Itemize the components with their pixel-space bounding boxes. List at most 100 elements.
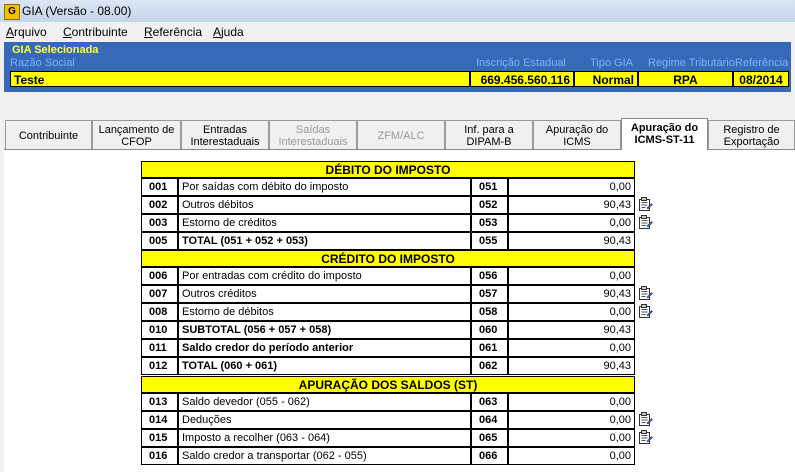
row-code: 001	[141, 178, 178, 196]
table-row: 001 Por saídas com débito do imposto 051 0,…	[141, 178, 635, 196]
row-value-field[interactable]: 0,00	[508, 267, 635, 285]
row-value-field[interactable]: 0,00	[508, 393, 635, 411]
row-description: TOTAL (051 + 052 + 053)	[178, 232, 471, 250]
row-value-field[interactable]: 0,00	[508, 303, 635, 321]
row-description: Saldo devedor (055 - 062)	[178, 393, 471, 411]
row-code: 012	[141, 357, 178, 375]
section-debito-header: DÉBITO DO IMPOSTO	[141, 161, 635, 178]
row-reference-code: 056	[471, 267, 508, 285]
section-credito-header: CRÉDITO DO IMPOSTO	[141, 250, 635, 267]
row-reference-code: 051	[471, 178, 508, 196]
row-reference-code: 057	[471, 285, 508, 303]
regime-tributario-field: RPA	[638, 71, 733, 87]
row-value-field[interactable]: 0,00	[508, 447, 635, 465]
edit-document-icon[interactable]	[638, 197, 653, 212]
row-value-field[interactable]: 0,00	[508, 429, 635, 447]
gia-selected-heading: GIA Selecionada	[12, 44, 99, 56]
razao-social-field: Teste	[10, 71, 470, 87]
row-reference-code: 058	[471, 303, 508, 321]
row-reference-code: 066	[471, 447, 508, 465]
row-value-field[interactable]: 90,43	[508, 232, 635, 250]
table-row: 016 Saldo credor a transportar (062 - 055…	[141, 447, 635, 465]
row-description: Outros débitos	[178, 196, 471, 214]
tab-saidas-interestaduais: Saídas Interestaduais	[269, 120, 357, 149]
edit-document-icon[interactable]	[638, 286, 653, 301]
row-value-field[interactable]: 0,00	[508, 178, 635, 196]
edit-document-icon[interactable]	[638, 430, 653, 445]
row-reference-code: 060	[471, 321, 508, 339]
row-reference-code: 055	[471, 232, 508, 250]
inscricao-estadual-field: 669.456.560.116	[470, 71, 574, 87]
edit-document-icon[interactable]	[638, 412, 653, 427]
tab-zfm-alc: ZFM/ALC	[357, 120, 445, 149]
tab-lancamento-cfop[interactable]: Lançamento de CFOP	[92, 120, 181, 149]
tipo-gia-label: Tipo GIA	[590, 57, 633, 69]
tab-registro-exportacao[interactable]: Registro de Exportação	[708, 120, 795, 149]
row-value-field[interactable]: 90,43	[508, 196, 635, 214]
row-description: Estorno de débitos	[178, 303, 471, 321]
table-row: 013 Saldo devedor (055 - 062) 063 0,00	[141, 393, 635, 411]
row-description: SUBTOTAL (056 + 057 + 058)	[178, 321, 471, 339]
row-value-field[interactable]: 0,00	[508, 411, 635, 429]
gia-app-icon[interactable]: G	[4, 4, 20, 20]
row-code: 006	[141, 267, 178, 285]
row-description: Imposto a recolher (063 - 064)	[178, 429, 471, 447]
table-row: 015 Imposto a recolher (063 - 064) 065 0,00	[141, 429, 635, 447]
menu-contribuinte[interactable]: Contribuinte	[63, 25, 128, 39]
tab-apuracao-icms-st-11[interactable]: Apuração do ICMS-ST-11	[621, 118, 708, 150]
table-row: 014 Deduções 064 0,00	[141, 411, 635, 429]
row-code: 002	[141, 196, 178, 214]
edit-document-icon[interactable]	[638, 215, 653, 230]
table-row: 010 SUBTOTAL (056 + 057 + 058) 060 90,43	[141, 321, 635, 339]
row-code: 003	[141, 214, 178, 232]
referencia-label: Referência	[735, 57, 789, 69]
table-row: 005 TOTAL (051 + 052 + 053) 055 90,43	[141, 232, 635, 250]
tab-apuracao-icms[interactable]: Apuração do ICMS	[533, 120, 621, 149]
table-row: 006 Por entradas com crédito do imposto 05…	[141, 267, 635, 285]
row-value-field[interactable]: 0,00	[508, 339, 635, 357]
row-code: 008	[141, 303, 178, 321]
row-description: Deduções	[178, 411, 471, 429]
row-description: Por entradas com crédito do imposto	[178, 267, 471, 285]
tipo-gia-field: Normal	[574, 71, 638, 87]
table-row: 011 Saldo credor do período anterior 061 0,…	[141, 339, 635, 357]
row-description: TOTAL (060 + 061)	[178, 357, 471, 375]
row-description: Estorno de créditos	[178, 214, 471, 232]
row-reference-code: 062	[471, 357, 508, 375]
row-code: 011	[141, 339, 178, 357]
inscricao-estadual-label: Inscrição Estadual	[476, 57, 566, 69]
table-row: 007 Outros créditos 057 90,43	[141, 285, 635, 303]
row-value-field[interactable]: 90,43	[508, 285, 635, 303]
row-reference-code: 061	[471, 339, 508, 357]
row-value-field[interactable]: 90,43	[508, 357, 635, 375]
row-value-field[interactable]: 90,43	[508, 321, 635, 339]
row-code: 005	[141, 232, 178, 250]
menu-arquivo[interactable]: Arquivo	[6, 25, 47, 39]
tab-entradas-interestaduais[interactable]: Entradas Interestaduais	[181, 120, 269, 149]
table-row: 012 TOTAL (060 + 061) 062 90,43	[141, 357, 635, 375]
window-title: GIA (Versão - 08.00)	[22, 4, 132, 18]
row-description: Saldo credor a transportar (062 - 055)	[178, 447, 471, 465]
row-code: 013	[141, 393, 178, 411]
row-reference-code: 052	[471, 196, 508, 214]
menu-ajuda[interactable]: Ajuda	[213, 25, 244, 39]
menu-referencia[interactable]: Referência	[144, 25, 202, 39]
razao-social-label: Razão Social	[10, 57, 75, 69]
table-row: 003 Estorno de créditos 053 0,00	[141, 214, 635, 232]
row-description: Saldo credor do período anterior	[178, 339, 471, 357]
row-code: 007	[141, 285, 178, 303]
menu-bar: Arquivo Contribuinte Referência Ajuda	[0, 22, 795, 41]
table-row: 008 Estorno de débitos 058 0,00	[141, 303, 635, 321]
referencia-field: 08/2014	[733, 71, 789, 87]
tab-strip: Contribuinte Lançamento de CFOP Entradas I…	[0, 118, 795, 150]
tab-dipam-b[interactable]: Inf. para a DIPAM-B	[445, 120, 533, 149]
gia-selected-panel: GIA Selecionada Razão Social Inscrição E…	[4, 42, 791, 92]
row-reference-code: 053	[471, 214, 508, 232]
regime-tributario-label: Regime Tributário	[648, 57, 735, 69]
row-code: 016	[141, 447, 178, 465]
row-value-field[interactable]: 0,00	[508, 214, 635, 232]
row-reference-code: 065	[471, 429, 508, 447]
table-row: 002 Outros débitos 052 90,43	[141, 196, 635, 214]
tab-contribuinte[interactable]: Contribuinte	[5, 120, 92, 149]
edit-document-icon[interactable]	[638, 304, 653, 319]
